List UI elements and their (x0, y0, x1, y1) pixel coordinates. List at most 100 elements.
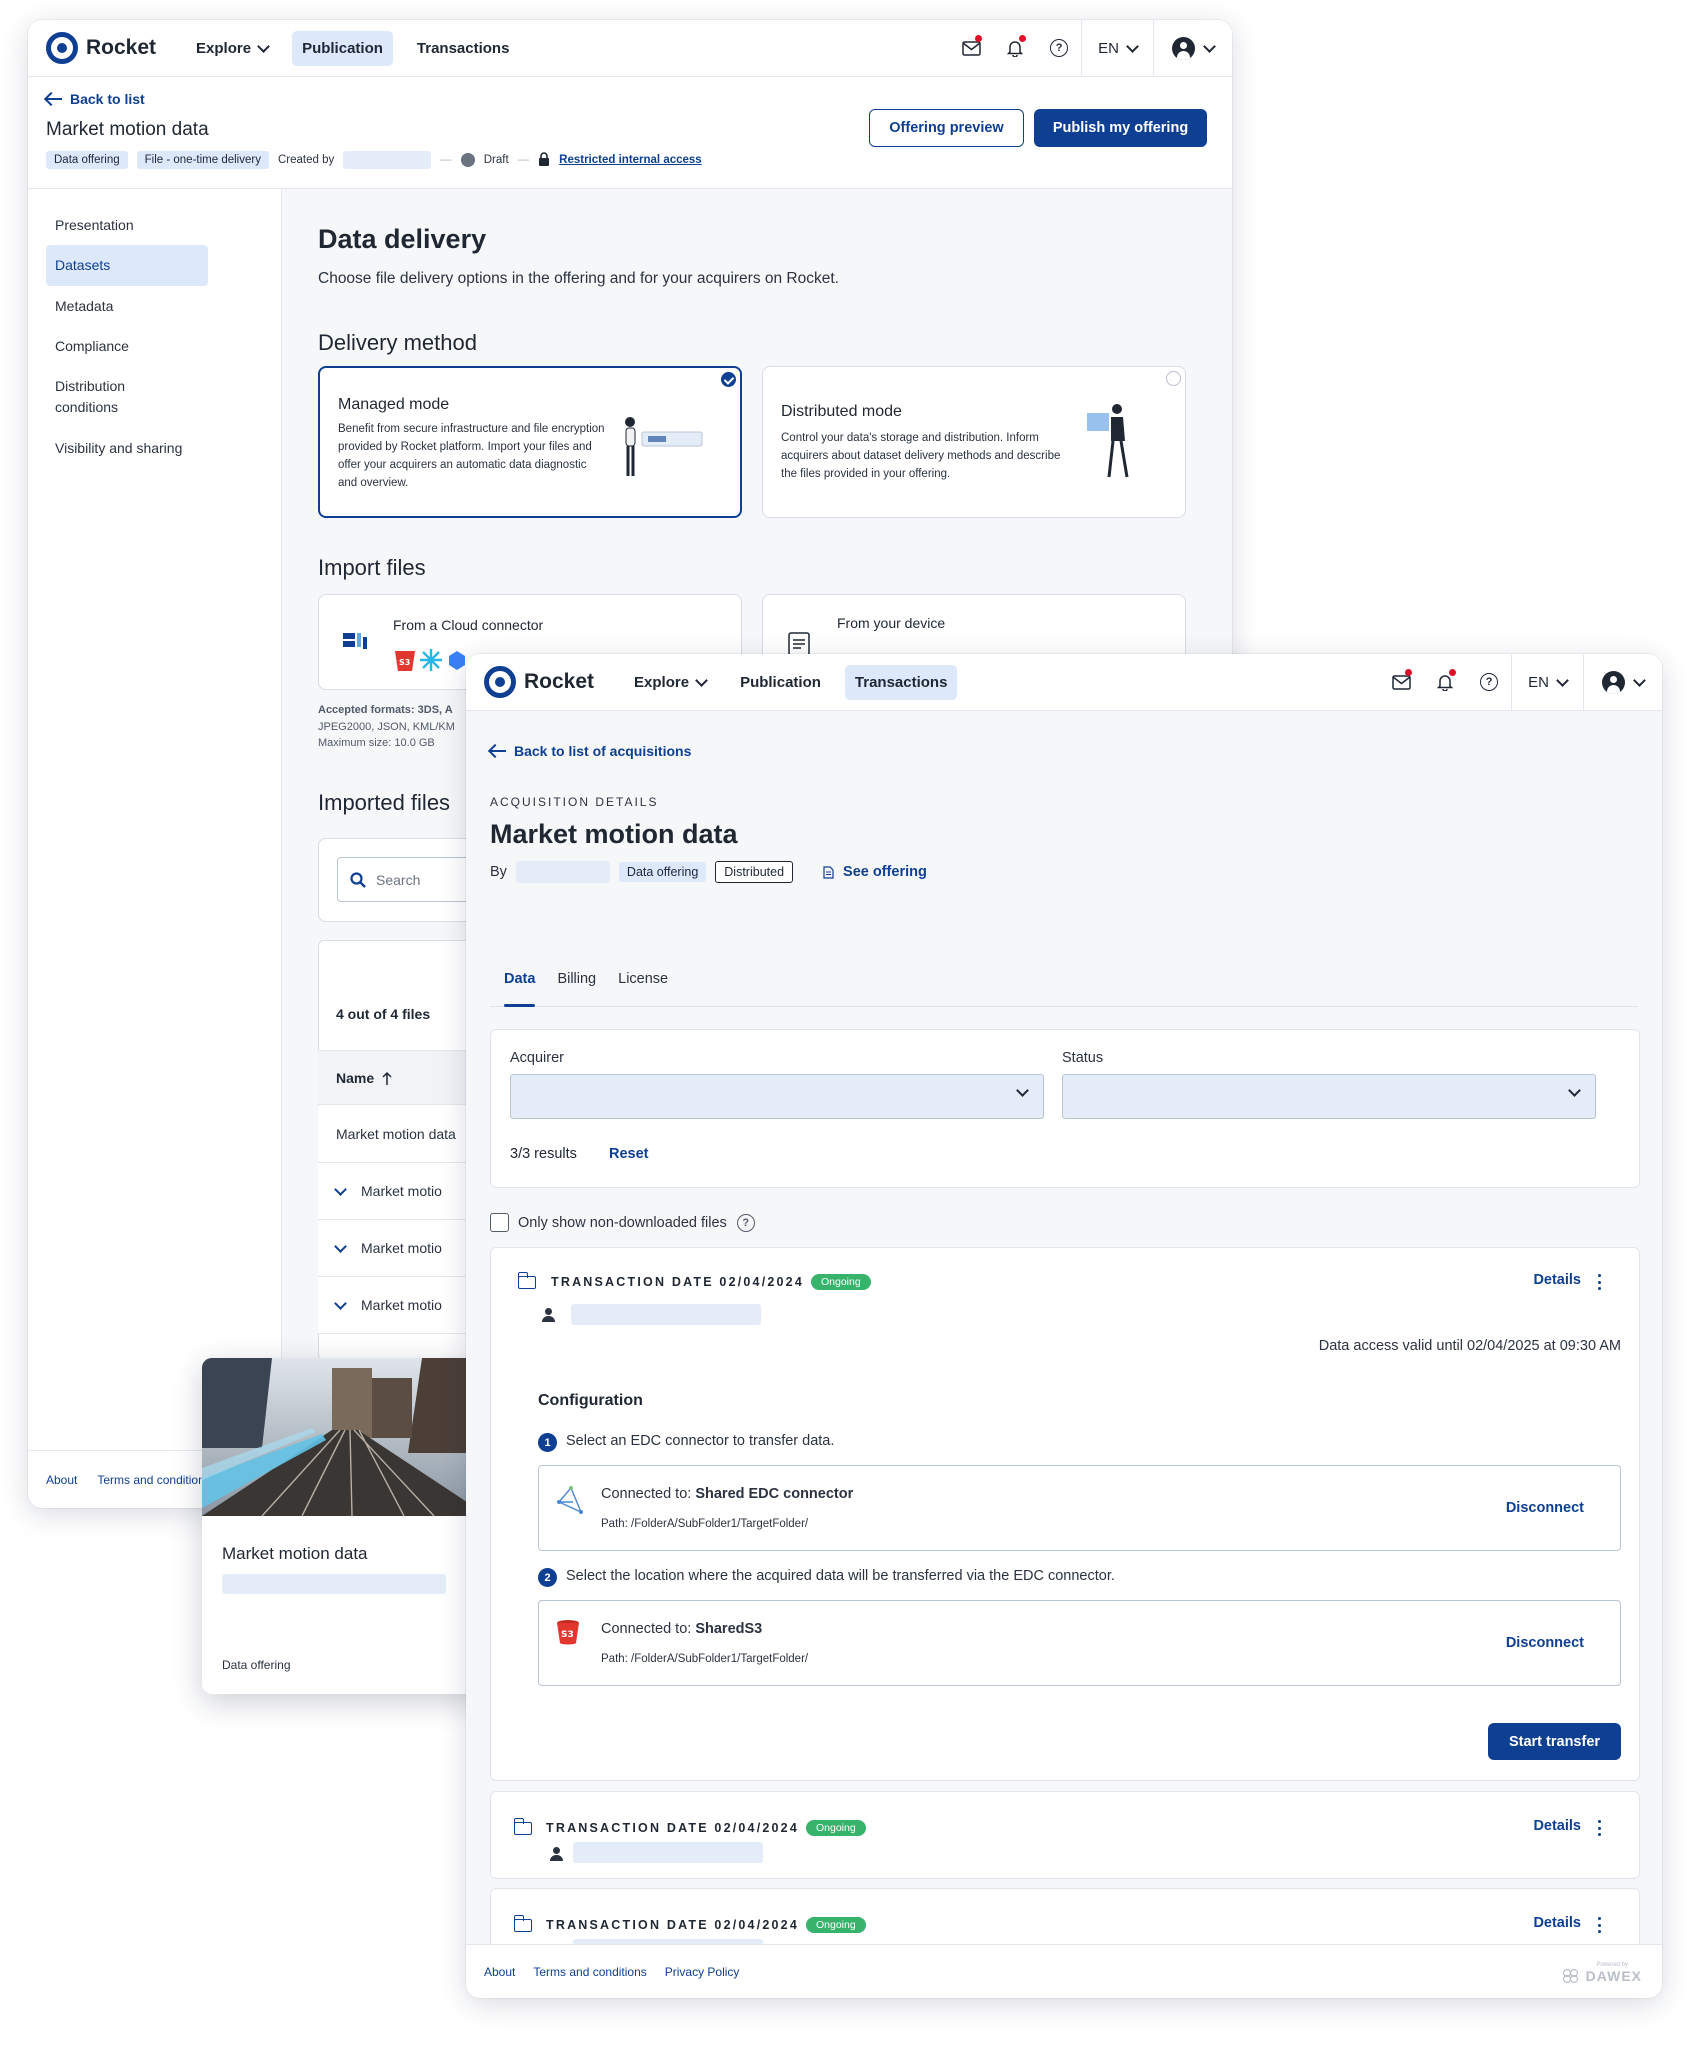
distributed-mode-card[interactable]: Distributed mode Control your data's sto… (762, 366, 1186, 518)
details-link[interactable]: Details (1533, 1915, 1581, 1931)
table-row[interactable]: Market motion data (318, 1106, 478, 1163)
managed-mode-card[interactable]: Managed mode Benefit from secure infrast… (318, 366, 742, 518)
about-link[interactable]: About (46, 1473, 77, 1487)
terms-link[interactable]: Terms and conditions (533, 1965, 646, 1979)
svg-text:S3: S3 (399, 658, 410, 667)
table-row[interactable]: Market motio (318, 1277, 478, 1334)
sidebar-item-compliance[interactable]: Compliance (46, 326, 208, 367)
bell-icon[interactable] (1423, 654, 1467, 710)
edc-connector-path: Path: /FolderA/SubFolder1/TargetFolder/ (601, 1518, 809, 1530)
account-menu[interactable] (1583, 654, 1662, 710)
offering-card-type: Data offering (222, 1658, 291, 1672)
lock-icon (538, 151, 550, 169)
account-menu[interactable] (1153, 20, 1232, 76)
folder-icon (513, 1818, 532, 1835)
about-link[interactable]: About (484, 1965, 515, 1979)
status-select[interactable] (1062, 1074, 1596, 1119)
nav-explore[interactable]: Explore (624, 665, 716, 700)
sidebar-item-distribution[interactable]: Distribution conditions (46, 366, 186, 428)
transaction-panel[interactable]: TRANSACTION DATE 02/04/2024 Ongoing Deta… (490, 1791, 1640, 1879)
sidebar-item-presentation[interactable]: Presentation (46, 205, 208, 246)
privacy-link[interactable]: Privacy Policy (665, 1965, 740, 1979)
access-link[interactable]: Restricted internal access (559, 154, 702, 166)
more-options-icon[interactable] (1597, 1820, 1601, 1836)
nav-transactions[interactable]: Transactions (844, 664, 958, 700)
disconnect-edc-button[interactable]: Disconnect (1506, 1500, 1584, 1516)
radio-unchecked[interactable] (1166, 371, 1181, 386)
step-1-text: Select an EDC connector to transfer data… (566, 1433, 835, 1449)
language-selector[interactable]: EN (1511, 654, 1583, 710)
chevron-down-icon (1633, 673, 1646, 687)
nav-transactions[interactable]: Transactions (407, 31, 520, 66)
radio-checked[interactable] (721, 372, 736, 387)
sidebar-item-datasets[interactable]: Datasets (46, 245, 208, 286)
help-icon[interactable]: ? (736, 1214, 755, 1232)
step-1-icon: 1 (538, 1433, 557, 1452)
start-transfer-button[interactable]: Start transfer (1488, 1723, 1621, 1760)
back-to-list-link[interactable]: Back to list (46, 91, 145, 107)
status-badge: Ongoing (806, 1820, 866, 1836)
chevron-down-icon[interactable] (334, 1296, 347, 1310)
results-count: 3/3 results (510, 1146, 577, 1162)
help-icon[interactable]: ? (1467, 654, 1511, 710)
transaction-panel: TRANSACTION DATE 02/04/2024 Ongoing Deta… (490, 1247, 1640, 1781)
main-nav: Explore Publication Transactions (186, 30, 520, 66)
rocket-logo[interactable]: Rocket (46, 32, 156, 64)
reset-filters-link[interactable]: Reset (609, 1146, 649, 1162)
eyebrow-label: ACQUISITION DETAILS (490, 795, 659, 809)
back-to-acquisitions-link[interactable]: Back to list of acquisitions (490, 743, 691, 759)
search-icon (350, 871, 366, 888)
configuration-title: Configuration (538, 1392, 643, 1409)
details-link[interactable]: Details (1533, 1818, 1581, 1834)
nav-explore[interactable]: Explore (186, 31, 278, 66)
user-icon (541, 1308, 555, 1322)
acquisition-chips: By Data offering Distributed See offerin… (490, 861, 927, 883)
sidebar-item-visibility[interactable]: Visibility and sharing (46, 428, 208, 469)
offering-card-title: Market motion data (222, 1544, 368, 1563)
rocket-logo[interactable]: Rocket (484, 666, 594, 698)
nav-publication[interactable]: Publication (292, 30, 393, 66)
type-chip: Data offering (46, 151, 128, 169)
status-badge: Ongoing (811, 1274, 871, 1290)
more-options-icon[interactable] (1597, 1917, 1601, 1933)
more-options-icon[interactable] (1597, 1274, 1601, 1290)
sort-up-icon (382, 1071, 392, 1085)
user-icon (549, 1847, 563, 1861)
table-row[interactable]: Market motio (318, 1163, 478, 1220)
bell-icon[interactable] (993, 20, 1037, 76)
see-offering-link[interactable]: See offering (843, 864, 927, 880)
terms-link[interactable]: Terms and conditions (97, 1473, 210, 1487)
tab-billing[interactable]: Billing (549, 959, 610, 1006)
language-selector[interactable]: EN (1081, 20, 1153, 76)
sidebar-item-metadata[interactable]: Metadata (46, 286, 208, 327)
acquirer-select[interactable] (510, 1074, 1044, 1119)
delivery-chip: File - one-time delivery (136, 151, 269, 169)
import-files-title: Import files (318, 555, 426, 580)
chevron-down-icon[interactable] (334, 1182, 347, 1196)
page-title: Market motion data (46, 119, 209, 140)
table-row[interactable]: Market motio (318, 1220, 478, 1277)
server-icon (343, 633, 367, 649)
disconnect-s3-button[interactable]: Disconnect (1506, 1635, 1584, 1651)
details-link[interactable]: Details (1533, 1272, 1581, 1288)
nav-publication[interactable]: Publication (730, 665, 831, 700)
mail-icon[interactable] (1379, 654, 1423, 710)
non-downloaded-checkbox[interactable] (490, 1213, 509, 1232)
offering-card[interactable]: Market motion data Data offering (202, 1358, 488, 1694)
help-icon[interactable]: ? (1037, 20, 1081, 76)
aws-s3-icon: S3 (557, 1620, 579, 1645)
top-navbar: Rocket Explore Publication Transactions … (28, 20, 1232, 77)
tab-data[interactable]: Data (490, 959, 549, 1007)
dawex-logo-icon (1562, 1968, 1578, 1984)
created-by-label: Created by (277, 154, 335, 166)
tab-license[interactable]: License (610, 959, 682, 1006)
imported-files-title: Imported files (318, 790, 451, 815)
transaction-date: TRANSACTION DATE 02/04/2024 (551, 1275, 804, 1289)
offering-preview-button[interactable]: Offering preview (869, 109, 1024, 147)
publish-offering-button[interactable]: Publish my offering (1034, 109, 1207, 147)
mail-icon[interactable] (949, 20, 993, 76)
main-nav: Explore Publication Transactions (624, 664, 958, 700)
s3-connector-path: Path: /FolderA/SubFolder1/TargetFolder/ (601, 1653, 809, 1665)
chevron-down-icon (1556, 673, 1569, 687)
chevron-down-icon[interactable] (334, 1239, 347, 1253)
